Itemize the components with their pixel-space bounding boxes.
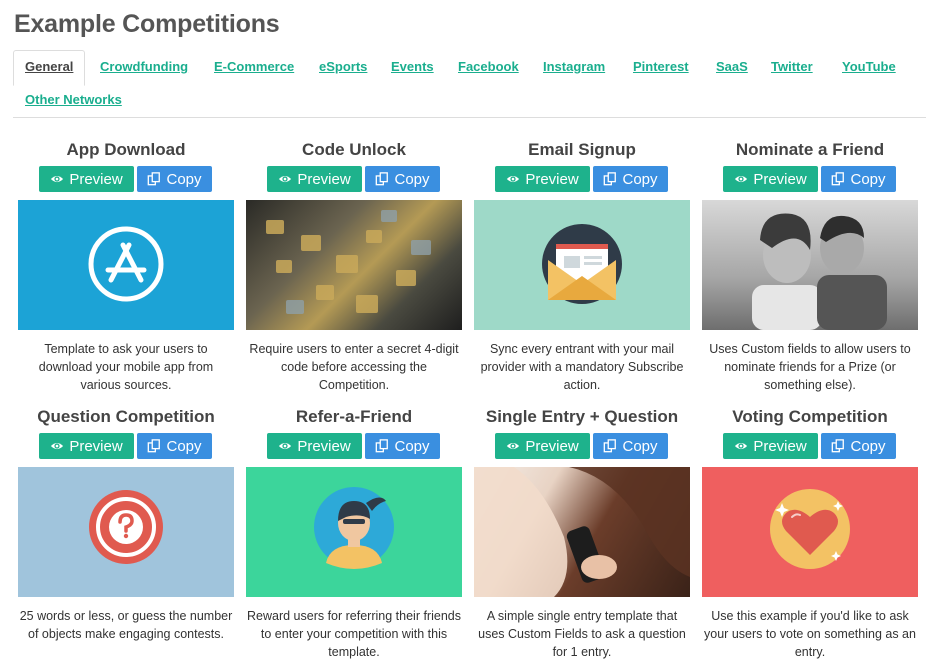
tab-instagram[interactable]: Instagram xyxy=(543,59,605,74)
email-image xyxy=(474,200,690,330)
card-description: Uses Custom fields to allow users to nom… xyxy=(709,342,911,392)
preview-button[interactable]: Preview xyxy=(495,166,590,192)
copy-label: Copy xyxy=(394,437,430,455)
refer-image xyxy=(246,467,462,597)
copy-label: Copy xyxy=(166,437,202,455)
tab-e-commerce[interactable]: E-Commerce xyxy=(214,59,294,74)
preview-button[interactable]: Preview xyxy=(39,166,134,192)
copy-icon xyxy=(148,172,161,186)
couple-photo xyxy=(702,200,918,330)
app-store-image xyxy=(18,200,234,330)
copy-button[interactable]: Copy xyxy=(137,166,212,192)
copy-icon xyxy=(832,439,845,453)
copy-label: Copy xyxy=(850,170,886,188)
preview-button[interactable]: Preview xyxy=(267,433,362,459)
couple-illustration xyxy=(752,213,887,330)
preview-button[interactable]: Preview xyxy=(723,166,818,192)
card-description: Sync every entrant with your mail provid… xyxy=(480,342,684,392)
card-description: A simple single entry template that uses… xyxy=(478,609,686,659)
padlocks-illustration xyxy=(266,210,431,314)
padlocks-photo xyxy=(246,200,462,330)
preview-label: Preview xyxy=(69,437,123,455)
copy-icon xyxy=(604,172,617,186)
question-image xyxy=(18,467,234,597)
tab-esports[interactable]: eSports xyxy=(319,59,367,74)
copy-label: Copy xyxy=(622,437,658,455)
preview-label: Preview xyxy=(69,170,123,188)
card-title: Email Signup xyxy=(528,140,636,159)
envelope-icon xyxy=(542,224,622,304)
copy-button[interactable]: Copy xyxy=(593,166,668,192)
preview-button[interactable]: Preview xyxy=(495,433,590,459)
copy-button[interactable]: Copy xyxy=(365,166,440,192)
preview-label: Preview xyxy=(753,437,807,455)
preview-button[interactable]: Preview xyxy=(39,433,134,459)
phone-call-photo xyxy=(474,467,690,597)
copy-icon xyxy=(604,439,617,453)
tab-facebook[interactable]: Facebook xyxy=(458,59,519,74)
copy-label: Copy xyxy=(850,437,886,455)
question-mark-icon xyxy=(89,490,163,564)
tab-general[interactable]: General xyxy=(13,50,86,86)
card-title: Nominate a Friend xyxy=(735,140,885,159)
eye-icon xyxy=(279,442,292,450)
preview-label: Preview xyxy=(297,170,351,188)
eye-icon xyxy=(51,442,64,450)
eye-icon xyxy=(51,175,64,183)
preview-button[interactable]: Preview xyxy=(723,433,818,459)
card-title: Voting Competition xyxy=(732,407,888,426)
app-store-icon xyxy=(88,226,164,302)
copy-button[interactable]: Copy xyxy=(821,166,896,192)
eye-icon xyxy=(507,442,520,450)
card-title: App Download xyxy=(66,140,186,159)
copy-button[interactable]: Copy xyxy=(821,433,896,459)
card-description: Template to ask your users to download y… xyxy=(38,342,214,392)
category-tabs: General Crowdfunding E-Commerce eSports … xyxy=(13,50,926,118)
copy-icon xyxy=(376,172,389,186)
preview-label: Preview xyxy=(297,437,351,455)
copy-button[interactable]: Copy xyxy=(593,433,668,459)
heart-icon xyxy=(770,489,850,569)
tab-events[interactable]: Events xyxy=(391,59,434,74)
voting-image xyxy=(702,467,918,597)
preview-label: Preview xyxy=(525,170,579,188)
tab-crowdfunding[interactable]: Crowdfunding xyxy=(100,59,188,74)
page-title: Example Competitions xyxy=(14,10,280,38)
card-title: Code Unlock xyxy=(302,140,406,159)
copy-icon xyxy=(148,439,161,453)
eye-icon xyxy=(735,442,748,450)
phone-call-illustration xyxy=(474,467,690,597)
person-avatar-icon xyxy=(314,487,394,569)
copy-button[interactable]: Copy xyxy=(137,433,212,459)
copy-label: Copy xyxy=(394,170,430,188)
preview-button[interactable]: Preview xyxy=(267,166,362,192)
card-description: 25 words or less, or guess the number of… xyxy=(19,609,233,641)
copy-icon xyxy=(832,172,845,186)
card-title: Refer-a-Friend xyxy=(295,407,413,426)
tab-saas[interactable]: SaaS xyxy=(716,59,748,74)
copy-icon xyxy=(376,439,389,453)
card-description: Reward users for referring their friends… xyxy=(247,609,461,659)
card-title: Single Entry + Question xyxy=(485,407,679,426)
card-title: Question Competition xyxy=(37,407,215,426)
copy-label: Copy xyxy=(622,170,658,188)
eye-icon xyxy=(735,175,748,183)
eye-icon xyxy=(507,175,520,183)
tab-pinterest[interactable]: Pinterest xyxy=(633,59,689,74)
preview-label: Preview xyxy=(753,170,807,188)
eye-icon xyxy=(279,175,292,183)
card-description: Require users to enter a secret 4-digit … xyxy=(249,342,459,392)
preview-label: Preview xyxy=(525,437,579,455)
tab-youtube[interactable]: YouTube xyxy=(842,59,896,74)
tab-twitter[interactable]: Twitter xyxy=(771,59,813,74)
copy-label: Copy xyxy=(166,170,202,188)
copy-button[interactable]: Copy xyxy=(365,433,440,459)
card-description: Use this example if you'd like to ask yo… xyxy=(704,609,916,659)
tab-other-networks[interactable]: Other Networks xyxy=(25,92,122,107)
